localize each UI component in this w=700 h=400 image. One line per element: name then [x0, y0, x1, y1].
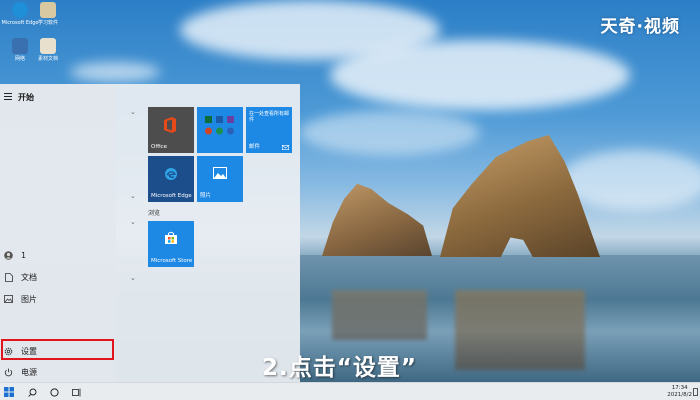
tile-office[interactable]: Office: [148, 107, 194, 153]
clock-date: 2021/8/2: [667, 391, 692, 398]
tile-label: 邮件: [249, 144, 261, 150]
settings-highlight-box: [1, 339, 114, 360]
tile-mail[interactable]: 在一处查看所有邮件 邮件: [246, 107, 292, 153]
rail-item-label: 文档: [21, 272, 37, 282]
chevron-down-icon[interactable]: ⌄: [130, 192, 136, 200]
office-apps-icon: [205, 116, 234, 135]
tile-office-apps[interactable]: [197, 107, 243, 153]
tile-area: ⌄ ⌄ ⌄ ⌄ Office 在一处查看所有邮件 邮件 Microsoft Ed…: [116, 84, 300, 382]
desktop-icon-label: 素材文档: [37, 56, 58, 62]
user-icon: [4, 250, 13, 260]
rail-item-documents[interactable]: 文档: [0, 266, 116, 288]
notification-icon[interactable]: [693, 388, 698, 396]
rail-item-pictures[interactable]: 图片: [0, 288, 116, 310]
task-view-icon: [72, 388, 81, 396]
desktop-icon-document[interactable]: 素材文档: [28, 38, 68, 62]
tile-label: Microsoft Edge: [151, 193, 192, 199]
desktop-icon-folder[interactable]: 学习软件: [28, 2, 68, 26]
reflection: [332, 290, 427, 340]
edge-icon: [12, 2, 28, 18]
start-title: 开始: [18, 93, 34, 102]
tile-label: 照片: [200, 193, 212, 199]
tile-detail: 在一处查看所有邮件: [249, 111, 290, 123]
tile-edge[interactable]: Microsoft Edge: [148, 156, 194, 202]
network-icon: [12, 38, 28, 54]
desktop-icon-label: 学习软件: [37, 20, 58, 26]
tile-photos[interactable]: 照片: [197, 156, 243, 202]
tile-store[interactable]: Microsoft Store: [148, 221, 194, 267]
start-menu: 开始 1 文档 图片 设置 电源 ⌄ ⌄ ⌄ ⌄ Office 在一处查看所有邮…: [0, 84, 300, 382]
tutorial-caption: 2.点击“设置”: [262, 355, 417, 381]
cloud: [300, 110, 480, 155]
edge-icon: [165, 168, 177, 180]
chevron-down-icon[interactable]: ⌄: [130, 108, 136, 116]
store-icon: [165, 231, 177, 244]
rail-item-label: 电源: [21, 367, 37, 377]
folder-icon: [40, 2, 56, 18]
start-button[interactable]: [2, 385, 16, 399]
windows-logo-icon: [4, 387, 14, 397]
search-icon: [27, 388, 36, 397]
chevron-down-icon[interactable]: ⌄: [130, 218, 136, 226]
reflection: [455, 290, 585, 370]
taskbar: 17:34 2021/8/2: [0, 382, 700, 400]
office-icon: [164, 117, 176, 133]
cortana-button[interactable]: [47, 385, 61, 399]
start-header[interactable]: 开始: [4, 92, 34, 103]
search-button[interactable]: [25, 385, 39, 399]
chevron-down-icon[interactable]: ⌄: [130, 274, 136, 282]
tile-label: Office: [151, 144, 168, 150]
rail-item-label: 1: [21, 250, 27, 260]
cortana-icon: [49, 387, 59, 397]
rail-item-label: 图片: [21, 294, 37, 304]
pictures-icon: [4, 295, 13, 304]
rock-formation-small: [322, 183, 432, 256]
mail-icon: [282, 145, 289, 150]
cloud: [70, 62, 160, 82]
start-rail: 开始 1 文档 图片 设置 电源: [0, 84, 116, 382]
taskbar-clock[interactable]: 17:34 2021/8/2: [667, 385, 692, 398]
power-icon: [4, 368, 13, 377]
task-view-button[interactable]: [70, 385, 84, 399]
document-icon: [40, 38, 56, 54]
cloud: [330, 40, 630, 110]
cloud: [560, 150, 700, 210]
document-icon: [4, 272, 13, 282]
photos-icon: [213, 167, 227, 179]
rail-item-power[interactable]: 电源: [0, 361, 116, 383]
tile-label: Microsoft Store: [151, 258, 193, 264]
hamburger-icon[interactable]: [4, 93, 12, 102]
tile-group-label: 浏览: [148, 210, 161, 217]
rail-item-user[interactable]: 1: [0, 244, 116, 266]
rock-arch: [440, 135, 600, 257]
watermark: 天奇·视频: [600, 17, 680, 37]
